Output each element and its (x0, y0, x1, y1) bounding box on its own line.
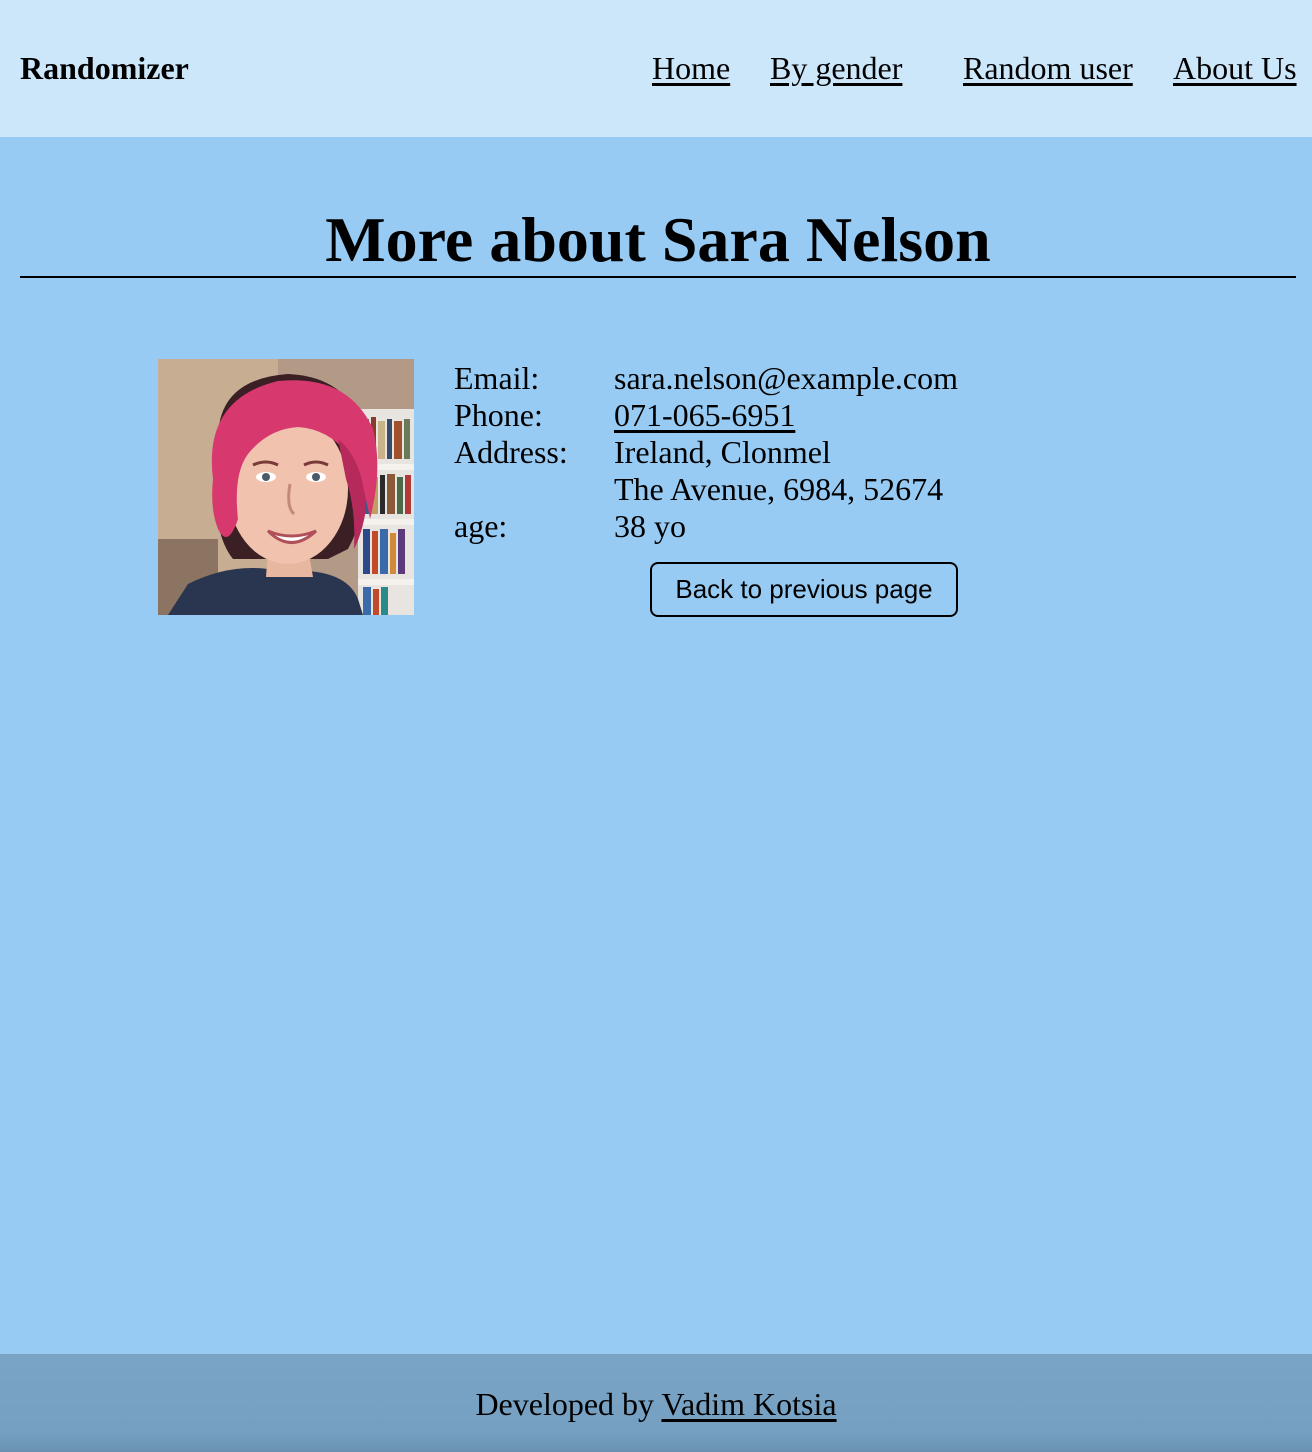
nav-link-home[interactable]: Home (652, 48, 730, 88)
email-value: sara.nelson@example.com (614, 360, 959, 396)
nav-link-random-user[interactable]: Random user (963, 48, 1133, 88)
nav-link-by-gender[interactable]: By gender (770, 48, 902, 88)
age-label: age: (454, 508, 508, 544)
user-photo (158, 359, 414, 615)
site-footer: Developed by Vadim Kotsia (0, 1354, 1312, 1452)
back-to-previous-page-button[interactable]: Back to previous page (650, 562, 958, 617)
user-photo-icon (158, 359, 414, 615)
email-label: Email: (454, 360, 540, 396)
nav-link-about-us[interactable]: About Us (1173, 48, 1297, 88)
page-title: More about Sara Nelson (325, 204, 991, 275)
phone-label: Phone: (454, 397, 543, 433)
footer-author-link[interactable]: Vadim Kotsia (661, 1386, 836, 1422)
footer-credit: Developed by Vadim Kotsia (0, 1384, 1312, 1424)
address-line-1: Ireland, Clonmel (614, 434, 831, 470)
site-header: Randomizer Home By gender Random user Ab… (0, 0, 1312, 137)
address-label: Address: (454, 434, 568, 470)
title-divider (20, 276, 1296, 278)
phone-link[interactable]: 071-065-6951 (614, 397, 795, 433)
phone-value-wrapper: 071-065-6951 (614, 397, 795, 434)
brand-logo-text[interactable]: Randomizer (20, 48, 189, 88)
address-line-2: The Avenue, 6984, 52674 (614, 471, 944, 507)
footer-prefix: Developed by (475, 1386, 655, 1422)
age-value: 38 yo (614, 508, 686, 544)
